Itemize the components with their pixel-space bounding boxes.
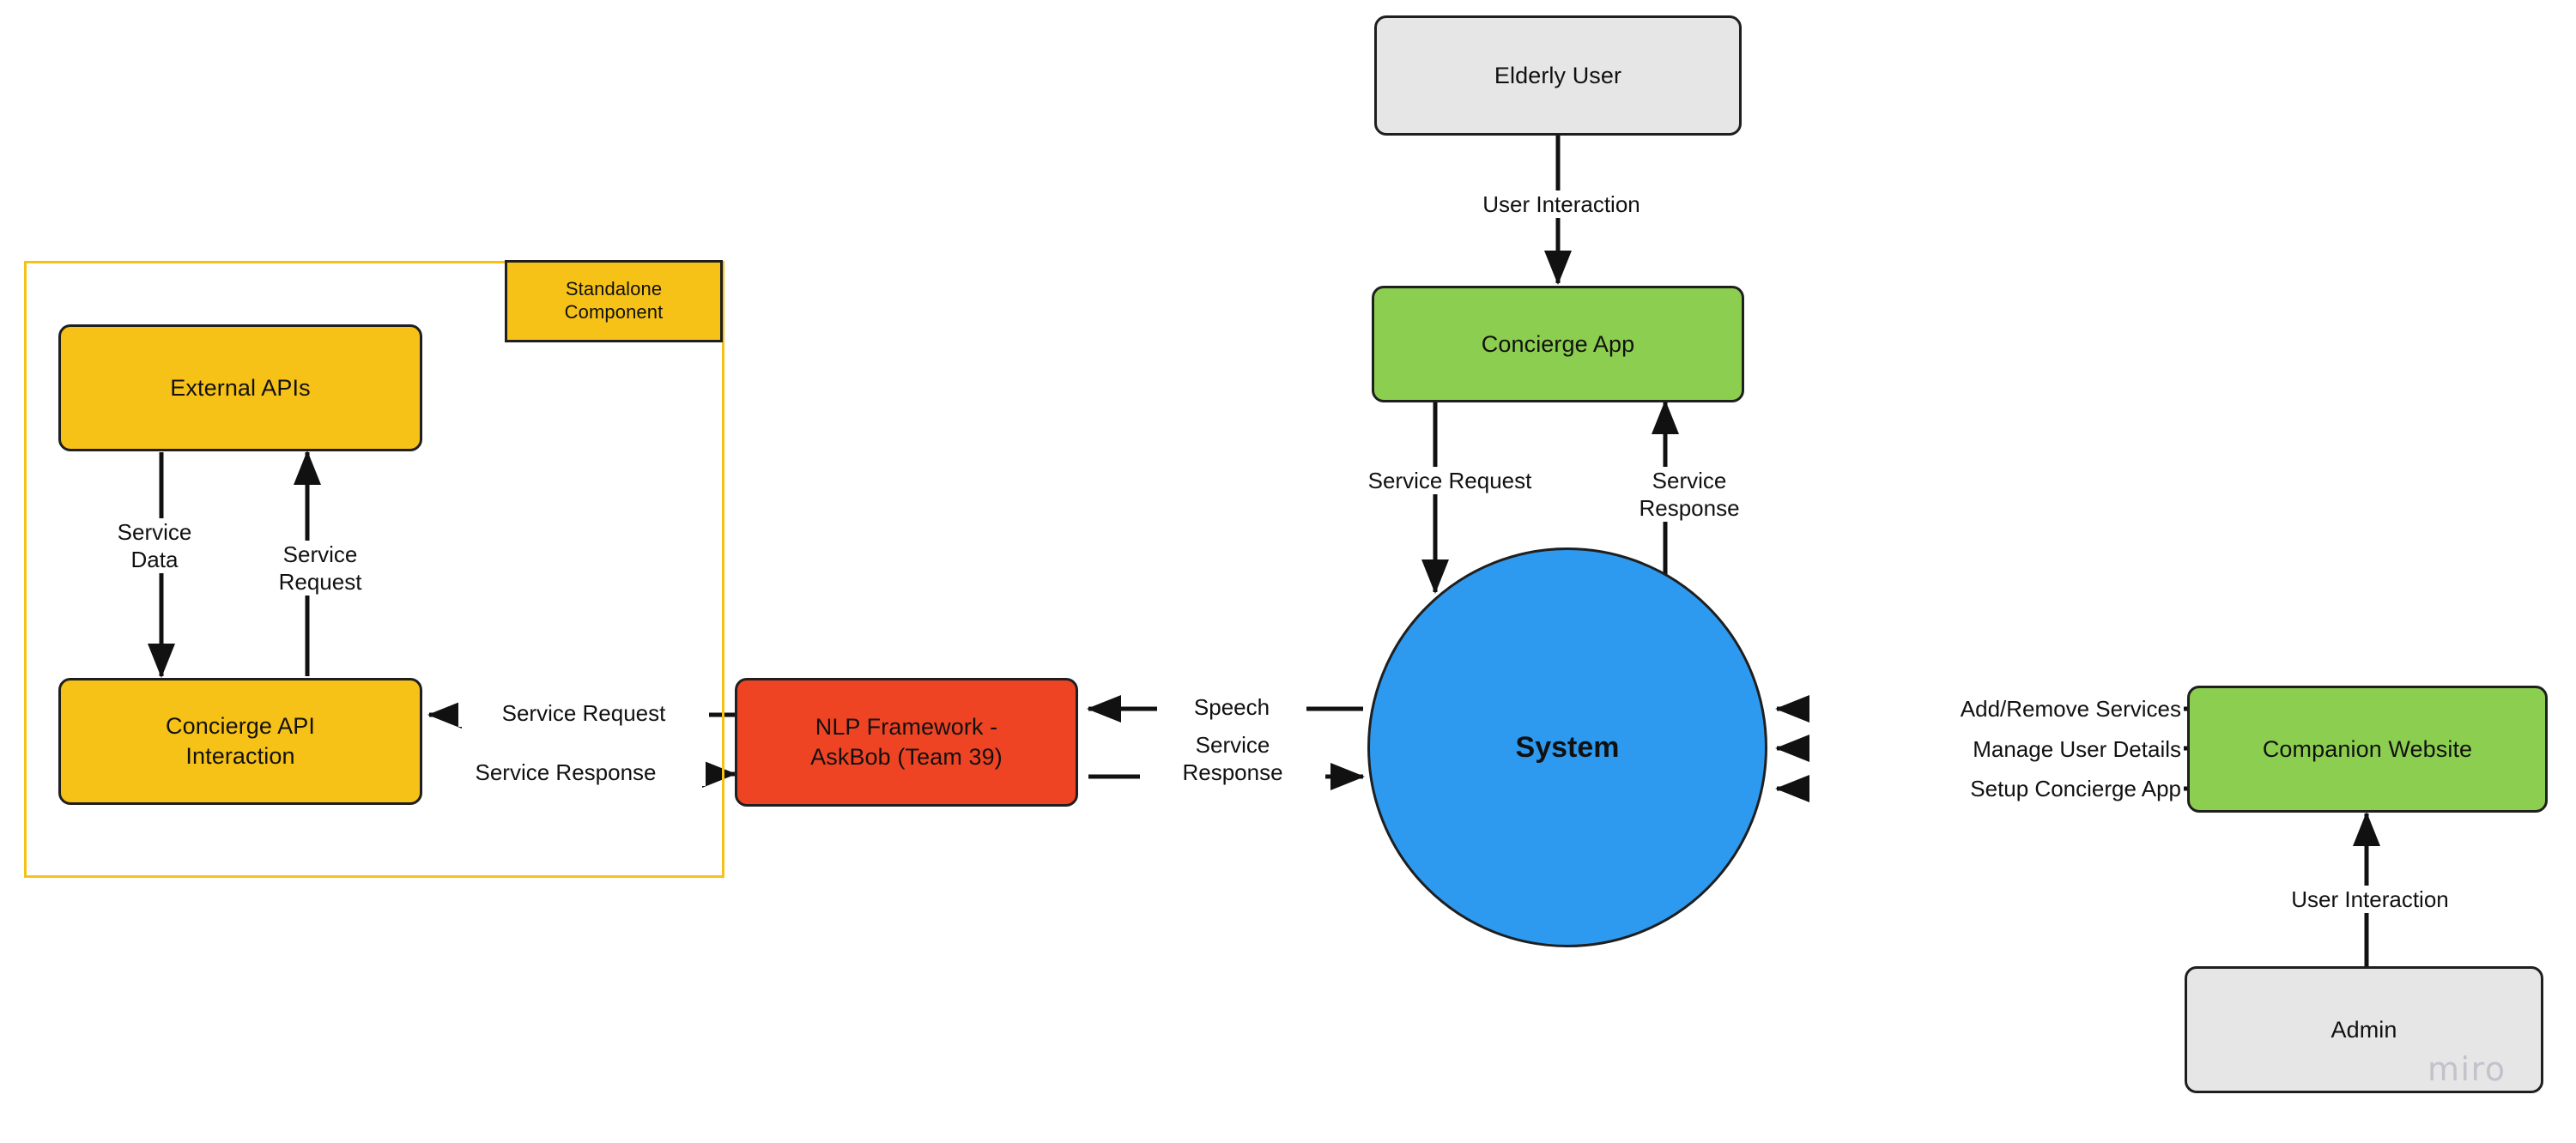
node-elderly-user-label: Elderly User (1494, 62, 1622, 88)
node-nlp-framework[interactable]: NLP Framework - AskBob (Team 39) (735, 678, 1078, 807)
edge-label-user-interaction-top: User Interaction (1437, 190, 1686, 219)
edge-label-user-interaction-admin: User Interaction (2246, 886, 2494, 914)
node-elderly-user[interactable]: Elderly User (1374, 15, 1742, 136)
edge-label-add-remove-services: Add/Remove Services (1809, 695, 2184, 723)
node-admin-label: Admin (2331, 1016, 2397, 1043)
node-concierge-app-label: Concierge App (1481, 330, 1635, 357)
node-concierge-app[interactable]: Concierge App (1372, 286, 1744, 402)
edge-label-service-request-app: Service Request (1329, 467, 1571, 495)
edge-label-service-request-ext: Service Request (240, 541, 400, 596)
node-standalone-component-legend[interactable]: Standalone Component (505, 260, 723, 342)
node-external-apis-label: External APIs (170, 374, 311, 401)
node-concierge-api-interaction-label: Concierge API Interaction (166, 713, 315, 769)
node-system[interactable]: System (1367, 547, 1767, 947)
edge-label-manage-user-details: Manage User Details (1809, 735, 2184, 764)
node-external-apis[interactable]: External APIs (58, 324, 422, 451)
edge-label-service-response-nlp: Service Response (1140, 731, 1325, 787)
node-system-label: System (1515, 730, 1620, 764)
node-companion-website[interactable]: Companion Website (2187, 686, 2548, 813)
node-concierge-api-interaction[interactable]: Concierge API Interaction (58, 678, 422, 805)
edge-label-service-response-app: Service Response (1605, 467, 1773, 523)
edge-label-service-data: Service Data (79, 518, 230, 574)
edge-label-speech: Speech (1157, 693, 1306, 722)
edge-label-setup-concierge-app: Setup Concierge App (1809, 775, 2184, 803)
node-companion-website-label: Companion Website (2262, 735, 2473, 762)
edge-label-service-response-api: Service Response (426, 759, 706, 787)
miro-watermark: miro (2428, 1050, 2506, 1088)
node-nlp-framework-label: NLP Framework - AskBob (Team 39) (810, 714, 1003, 770)
node-standalone-component-label: Standalone Component (564, 278, 664, 323)
diagram-canvas: Elderly User Concierge App System Compan… (0, 0, 2576, 1143)
edge-label-service-request-nlp: Service Request (458, 699, 709, 728)
